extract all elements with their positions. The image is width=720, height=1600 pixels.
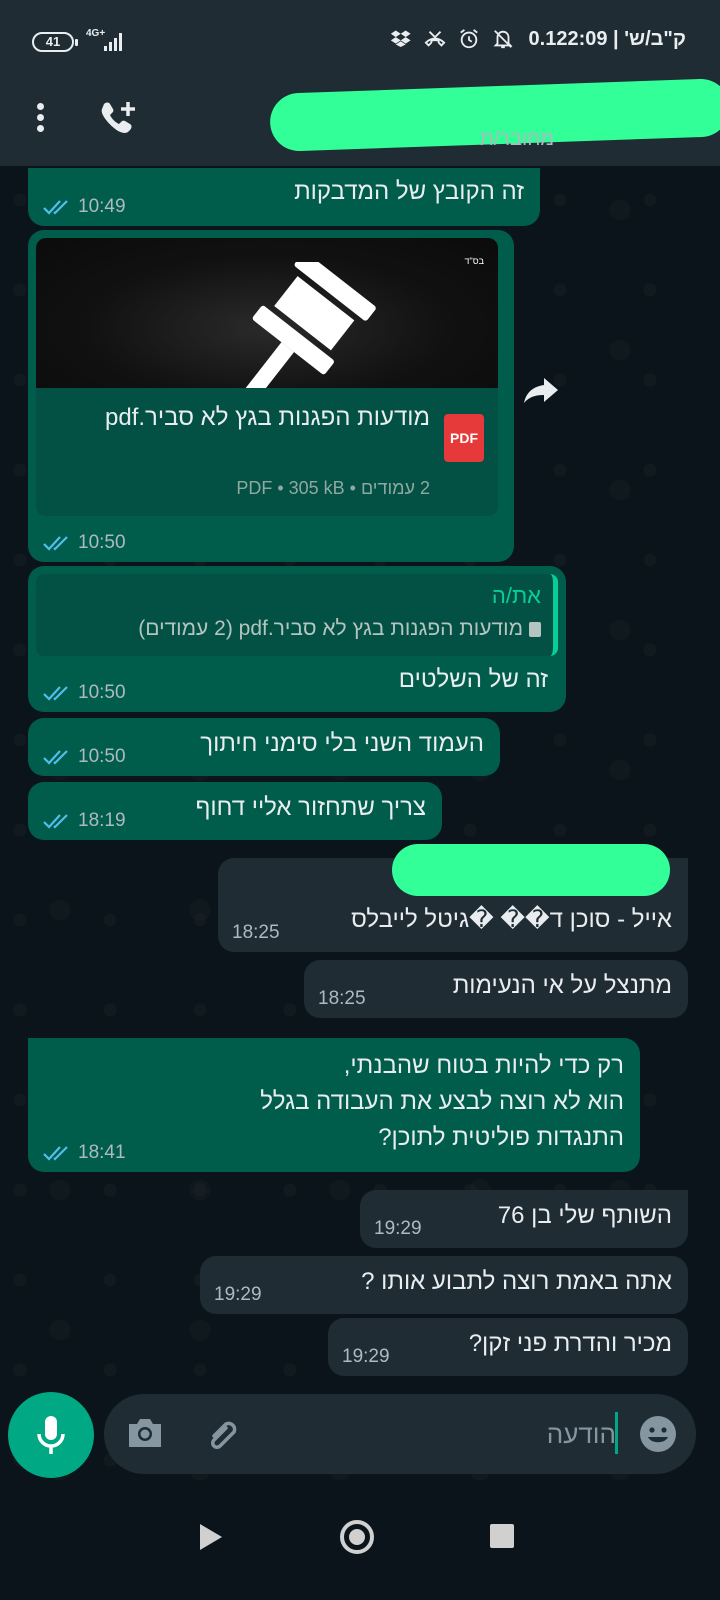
quote-author: את/ה — [491, 583, 541, 608]
message-meta: 18:41 — [42, 1142, 126, 1164]
message-bubble[interactable]: מתנצל על אי הנעימות 18:25 — [304, 960, 688, 1018]
status-time-speed: 0.1ק"ב/ש' | 22:09 — [528, 28, 686, 50]
message-time: 10:50 — [78, 532, 126, 553]
message-meta: 19:29 — [374, 1218, 422, 1240]
message-text: אתה באמת רוצה לתבוע אותו ? — [361, 1268, 672, 1295]
message-meta: 18:25 — [232, 922, 280, 944]
message-meta: 10:50 — [42, 682, 126, 704]
message-input[interactable] — [376, 1414, 616, 1454]
nav-recents-icon[interactable] — [490, 1524, 514, 1548]
message-time: 10:49 — [78, 196, 126, 217]
attach-icon[interactable] — [204, 1414, 244, 1454]
add-call-icon[interactable] — [98, 98, 138, 138]
emoji-icon[interactable] — [638, 1414, 678, 1454]
message-bubble[interactable]: אתה באמת רוצה לתבוע אותו ? 19:29 — [200, 1256, 688, 1314]
message-text: מכיר והדרת פני זקן? — [468, 1330, 672, 1357]
message-meta: 10:49 — [42, 196, 126, 218]
reply-message[interactable]: את/ה מודעות הפגנות בגץ לא סביר.pdf (2 עמ… — [28, 566, 566, 712]
message-text: מתנצל על אי הנעימות — [452, 972, 672, 999]
mute-icon — [493, 30, 513, 49]
signal-icon — [104, 33, 126, 51]
quote-doc-icon — [529, 621, 541, 637]
document-meta: 2 עמודים • PDF • 305 kB — [236, 478, 430, 498]
message-meta: 18:25 — [318, 988, 366, 1010]
message-bubble[interactable]: צריך שתחזור אליי דחוף 18:19 — [28, 782, 442, 840]
document-info[interactable]: PDF מודעות הפגנות בגץ לא סביר.pdf 2 עמוד… — [36, 388, 498, 516]
mic-icon — [37, 1416, 65, 1454]
document-thumbnail[interactable]: בס"ד — [36, 238, 498, 388]
read-ticks-icon — [43, 750, 68, 765]
quoted-message[interactable]: את/ה מודעות הפגנות בגץ לא סביר.pdf (2 עמ… — [36, 574, 558, 656]
message-time: 18:25 — [318, 988, 366, 1009]
message-text: אייל - סוכן ד�� �גיטל לייבלס — [351, 906, 672, 933]
document-message[interactable]: בס"ד PDF מודעות הפגנות בגץ לא סביר.pdf 2… — [28, 230, 514, 562]
read-ticks-icon — [43, 686, 68, 701]
status-bar: 41 4G+ 0.1ק"ב/ש' | 22:09 — [0, 0, 720, 86]
missed-call-icon — [424, 31, 446, 47]
message-time: 19:29 — [342, 1346, 390, 1367]
message-composer — [104, 1394, 696, 1474]
camera-icon[interactable] — [126, 1416, 164, 1450]
chat-screen: 41 4G+ 0.1ק"ב/ש' | 22:09 מחובר/ת זה הקוב… — [0, 0, 720, 1600]
read-ticks-icon — [43, 1146, 68, 1161]
quote-text: מודעות הפגנות בגץ לא סביר.pdf (2 עמודים) — [48, 612, 541, 646]
message-text: זה של השלטים — [398, 666, 548, 693]
message-time: 18:25 — [232, 922, 280, 943]
message-meta: 10:50 — [42, 532, 126, 554]
thumbnail-label: בס"ד — [464, 256, 484, 266]
nav-home-icon[interactable] — [340, 1520, 374, 1554]
nav-back-icon[interactable] — [198, 1522, 224, 1552]
network-type: 4G+ — [86, 28, 106, 39]
message-time: 10:50 — [78, 682, 126, 703]
message-time: 19:29 — [214, 1284, 262, 1305]
message-meta: 18:19 — [42, 810, 126, 832]
message-meta: 19:29 — [214, 1284, 262, 1306]
gavel-icon — [238, 262, 376, 388]
read-ticks-icon — [43, 814, 68, 829]
document-name: מודעות הפגנות בגץ לא סביר.pdf — [105, 404, 430, 431]
voice-record-button[interactable] — [8, 1392, 94, 1478]
pdf-icon: PDF — [444, 414, 484, 462]
battery-indicator: 41 — [32, 32, 78, 52]
message-bubble[interactable]: השותף שלי בן 76 19:29 — [360, 1190, 688, 1248]
message-text: רק כדי להיות בטוח שהבנתי, הוא לא רוצה לב… — [260, 1052, 624, 1151]
text-cursor — [615, 1412, 618, 1454]
message-list: זה הקובץ של המדבקות 10:49 בס"ד PDF מודעו… — [0, 166, 720, 1410]
forward-icon[interactable] — [522, 370, 562, 410]
read-ticks-icon — [43, 536, 68, 551]
contact-status: מחובר/ת — [480, 128, 555, 150]
message-bubble[interactable]: מכיר והדרת פני זקן? 19:29 — [328, 1318, 688, 1376]
message-meta: 19:29 — [342, 1346, 390, 1368]
message-time: 10:50 — [78, 746, 126, 767]
quote-text-content: מודעות הפגנות בגץ לא סביר.pdf (2 עמודים) — [138, 617, 523, 640]
read-ticks-icon — [43, 200, 68, 215]
message-bubble[interactable]: רק כדי להיות בטוח שהבנתי, הוא לא רוצה לב… — [28, 1038, 640, 1172]
system-nav-bar — [0, 1490, 720, 1600]
chat-header: מחובר/ת — [0, 77, 720, 166]
message-bubble[interactable]: זה הקובץ של המדבקות 10:49 — [28, 168, 540, 226]
message-bubble[interactable]: העמוד השני בלי סימני חיתוך 10:50 — [28, 718, 500, 776]
message-meta: 10:50 — [42, 746, 126, 768]
redacted-text — [392, 844, 670, 896]
alarm-icon — [460, 29, 478, 49]
menu-icon[interactable] — [28, 100, 52, 136]
message-time: 18:19 — [78, 810, 126, 831]
status-icons — [390, 28, 514, 50]
message-time: 18:41 — [78, 1142, 126, 1163]
message-time: 19:29 — [374, 1218, 422, 1239]
dropbox-icon — [390, 30, 411, 47]
